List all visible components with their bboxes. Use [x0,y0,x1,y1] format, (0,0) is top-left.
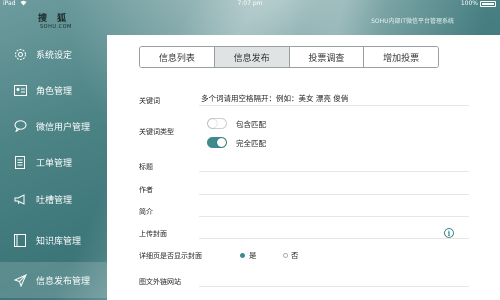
upload-cover-label: 上传封面 [139,230,167,238]
megaphone-icon [13,192,27,206]
show-cover-no-radio[interactable] [283,253,288,258]
contains-match-toggle[interactable] [207,118,227,129]
keyword-label: 关键词 [139,97,160,105]
status-bar: iPad 7:07 pm 100% [0,0,500,8]
sidebar-item-wechat-users[interactable]: 微信用户管理 [0,108,108,144]
sidebar-item-info-publishing[interactable]: 信息发布管理 [0,262,108,298]
author-label: 作者 [139,186,153,194]
sidebar-item-ticket-management[interactable]: 工单管理 [0,144,108,180]
logo-text-cn: 搜狐 [38,14,77,24]
show-cover-no-label: 否 [291,251,299,260]
sidebar-item-system-settings[interactable]: 系统设定 [0,36,108,72]
exact-match-label: 完全匹配 [236,139,266,148]
tab-bar: 信息列表 信息发布 投票调查 增加投票 [139,46,439,68]
sohu-logo: 搜狐 SOHU.COM [38,11,82,33]
system-title: SOHU内部IT微信平台管理系统 [371,18,454,25]
document-icon [13,155,27,169]
summary-label: 简介 [139,208,153,216]
sidebar-item-label: 角色管理 [36,86,73,97]
external-link-label: 图文外链网站 [139,278,181,286]
title-label: 标题 [139,163,153,171]
sidebar-item-label: 工单管理 [36,158,73,169]
sidebar-item-label: 微信用户管理 [36,122,91,133]
contains-match-label: 包含匹配 [236,120,266,129]
show-cover-label: 详细页是否显示封面 [139,252,202,260]
logo-text-en: SOHU.COM [40,24,72,30]
battery-icon [480,1,496,7]
gear-icon [13,47,27,61]
tab-vote-survey[interactable]: 投票调查 [289,47,365,67]
author-input[interactable] [199,181,469,195]
title-input[interactable] [199,158,469,172]
info-icon[interactable]: i [444,228,454,238]
external-link-input[interactable] [199,273,469,287]
upload-cover-input[interactable] [199,225,469,239]
sidebar-item-feedback-management[interactable]: 吐槽管理 [0,181,108,217]
show-cover-yes-label: 是 [249,251,257,260]
sidebar-item-label: 系统设定 [36,50,73,61]
tab-info-list[interactable]: 信息列表 [140,47,215,67]
sidebar-item-knowledge-base[interactable]: 知识库管理 [0,222,108,258]
keyword-type-label: 关键词类型 [139,128,174,136]
id-card-icon [13,83,27,97]
summary-input[interactable] [199,203,469,217]
tab-info-publish[interactable]: 信息发布 [214,47,290,67]
send-icon [13,273,27,287]
chat-bubble-icon [13,119,27,133]
sidebar-item-label: 知识库管理 [36,236,82,247]
battery-percent: 100% [460,0,478,7]
tab-add-vote[interactable]: 增加投票 [364,47,438,67]
sidebar-item-label: 信息发布管理 [36,276,91,287]
keyword-input[interactable]: 多个词请用空格隔开：例如：美女 漂亮 俊俏 [199,92,469,106]
sidebar-item-role-management[interactable]: 角色管理 [0,72,108,108]
show-cover-yes-radio[interactable] [240,253,245,258]
book-icon [13,233,27,247]
sidebar-item-label: 吐槽管理 [36,195,73,206]
clock: 7:07 pm [237,0,263,7]
main-panel: 信息列表 信息发布 投票调查 增加投票 关键词 多个词请用空格隔开：例如：美女 … [107,35,500,300]
exact-match-toggle[interactable] [207,137,227,148]
sidebar: 系统设定 角色管理 微信用户管理 工单管理 吐槽管理 知识库管理 信息发布管理 [0,36,108,300]
